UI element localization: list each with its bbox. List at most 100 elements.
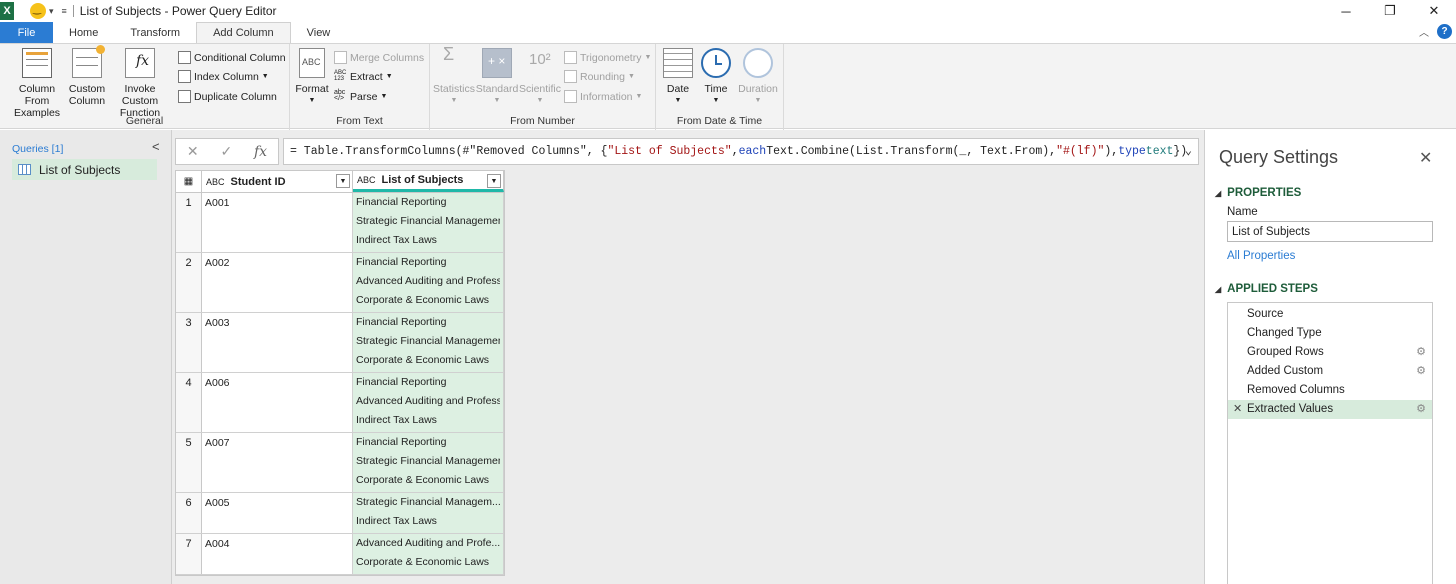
- table-menu-icon[interactable]: ▦: [176, 171, 202, 192]
- custom-column-button[interactable]: Custom Column: [68, 45, 106, 107]
- student-id-cell[interactable]: A002: [202, 253, 353, 312]
- tab-transform[interactable]: Transform: [114, 22, 196, 43]
- rounding-button[interactable]: Rounding ▼: [564, 70, 635, 83]
- filter-dropdown-icon[interactable]: ▼: [487, 174, 501, 188]
- query-item[interactable]: List of Subjects: [12, 159, 157, 180]
- student-id-cell[interactable]: A003: [202, 313, 353, 372]
- tab-view[interactable]: View: [291, 22, 347, 43]
- filter-dropdown-icon[interactable]: ▼: [336, 174, 350, 188]
- applied-step[interactable]: Removed Columns: [1228, 381, 1432, 400]
- fx-icon[interactable]: fx: [254, 144, 267, 160]
- collapse-ribbon-icon[interactable]: ︿: [1419, 24, 1429, 39]
- table-row[interactable]: 1 A001 Financial Reporting Strategic Financ…: [176, 193, 504, 253]
- subjects-cell[interactable]: Strategic Financial Managem... Indirect T…: [353, 493, 504, 533]
- close-window-button[interactable]: ✕: [1412, 0, 1456, 22]
- parse-button[interactable]: abc </> Parse ▼: [334, 89, 387, 103]
- subjects-cell[interactable]: Financial Reporting Strategic Financial M…: [353, 313, 504, 372]
- query-name-input[interactable]: List of Subjects: [1227, 221, 1433, 242]
- row-number[interactable]: 7: [176, 534, 202, 574]
- restore-button[interactable]: ❐: [1368, 0, 1412, 22]
- time-button[interactable]: Time ▼: [698, 48, 734, 107]
- table-row[interactable]: 5 A007 Financial Reporting Strategic Financ…: [176, 433, 504, 493]
- extract-icon: ABC 123: [334, 70, 347, 82]
- step-settings-gear-icon[interactable]: ⚙: [1416, 362, 1426, 381]
- feedback-smiley-icon[interactable]: [30, 3, 46, 19]
- trigonometry-button[interactable]: Trigonometry ▼: [564, 51, 651, 64]
- help-icon[interactable]: ?: [1437, 24, 1452, 39]
- subjects-cell[interactable]: Financial Reporting Strategic Financial M…: [353, 193, 504, 252]
- column-header-student-id[interactable]: ABC Student ID ▼: [202, 171, 353, 192]
- applied-step[interactable]: Changed Type: [1228, 324, 1432, 343]
- step-settings-gear-icon[interactable]: ⚙: [1416, 343, 1426, 362]
- commit-formula-icon[interactable]: ✓: [220, 143, 232, 160]
- applied-step[interactable]: Added Custom ⚙: [1228, 362, 1432, 381]
- student-id-cell[interactable]: A004: [202, 534, 353, 574]
- subjects-cell[interactable]: Advanced Auditing and Profe... Corporate …: [353, 534, 504, 574]
- applied-step[interactable]: Source: [1228, 305, 1432, 324]
- student-id-cell[interactable]: A007: [202, 433, 353, 492]
- duplicate-column-button[interactable]: Duplicate Column: [178, 90, 277, 103]
- data-grid: ▦ ABC Student ID ▼ ABC List of Subjects …: [175, 170, 505, 576]
- date-button[interactable]: Date ▼: [660, 48, 696, 107]
- merge-columns-button[interactable]: Merge Columns: [334, 51, 424, 64]
- table-row[interactable]: 4 A006 Financial Reporting Advanced Auditin…: [176, 373, 504, 433]
- student-id-cell[interactable]: A005: [202, 493, 353, 533]
- stopwatch-icon: [743, 48, 773, 78]
- table-row[interactable]: 2 A002 Financial Reporting Advanced Auditin…: [176, 253, 504, 313]
- statistics-button[interactable]: Σ Statistics ▼: [432, 45, 476, 107]
- row-number[interactable]: 1: [176, 193, 202, 252]
- standard-button[interactable]: + × Standard ▼: [476, 48, 518, 107]
- information-label: Information: [580, 90, 633, 103]
- properties-header[interactable]: ◢ PROPERTIES: [1215, 187, 1301, 199]
- delete-step-icon[interactable]: ✕: [1233, 400, 1242, 419]
- applied-step[interactable]: Grouped Rows ⚙: [1228, 343, 1432, 362]
- format-button[interactable]: ABC Format ▼: [294, 48, 330, 107]
- expand-formula-icon[interactable]: ⌄: [1185, 143, 1192, 158]
- subjects-cell[interactable]: Financial Reporting Advanced Auditing and…: [353, 373, 504, 432]
- tab-home[interactable]: Home: [53, 22, 114, 43]
- duration-button[interactable]: Duration ▼: [736, 48, 780, 107]
- invoke-custom-function-button[interactable]: fx Invoke Custom Function: [106, 48, 174, 119]
- conditional-column-button[interactable]: Conditional Column: [178, 51, 286, 64]
- formula-bar[interactable]: = Table.TransformColumns(#"Removed Colum…: [283, 138, 1199, 165]
- subject-line: Corporate & Economic Laws: [356, 556, 490, 568]
- subject-line: Financial Reporting: [356, 256, 447, 268]
- cancel-formula-icon[interactable]: ✕: [187, 143, 199, 160]
- student-id-cell[interactable]: A006: [202, 373, 353, 432]
- table-row[interactable]: 3 A003 Financial Reporting Strategic Financ…: [176, 313, 504, 373]
- calendar-icon: [663, 48, 693, 78]
- subjects-cell[interactable]: Financial Reporting Strategic Financial M…: [353, 433, 504, 492]
- text-type-icon[interactable]: ABC: [357, 175, 376, 185]
- table-row[interactable]: 7 A004 Advanced Auditing and Profe... Corpo…: [176, 534, 504, 575]
- extract-button[interactable]: ABC 123 Extract ▼: [334, 70, 393, 83]
- row-number[interactable]: 2: [176, 253, 202, 312]
- collapse-queries-icon[interactable]: <: [152, 139, 160, 154]
- applied-step[interactable]: ✕ Extracted Values ⚙: [1228, 400, 1432, 419]
- row-number[interactable]: 5: [176, 433, 202, 492]
- row-number[interactable]: 3: [176, 313, 202, 372]
- column-header-list-of-subjects[interactable]: ABC List of Subjects ▼: [353, 171, 504, 192]
- subjects-cell[interactable]: Financial Reporting Advanced Auditing and…: [353, 253, 504, 312]
- index-column-label: Index Column: [194, 70, 259, 83]
- tab-file[interactable]: File: [0, 22, 53, 43]
- index-column-button[interactable]: Index Column ▼: [178, 70, 269, 83]
- all-properties-link[interactable]: All Properties: [1227, 250, 1295, 262]
- applied-steps-header[interactable]: ◢ APPLIED STEPS: [1215, 283, 1318, 295]
- row-number[interactable]: 6: [176, 493, 202, 533]
- student-id-cell[interactable]: A001: [202, 193, 353, 252]
- scientific-button[interactable]: 10² Scientific ▼: [518, 48, 562, 107]
- information-button[interactable]: Information ▼: [564, 90, 642, 103]
- subject-line: Strategic Financial Management: [356, 215, 500, 227]
- subject-line: Advanced Auditing and Profe...: [356, 537, 500, 549]
- text-type-icon[interactable]: ABC: [206, 177, 225, 187]
- column-from-examples-button[interactable]: Column From Examples: [6, 48, 68, 119]
- table-row[interactable]: 6 A005 Strategic Financial Managem... Indir…: [176, 493, 504, 534]
- subject-line: Financial Reporting: [356, 376, 447, 388]
- customize-qat-icon[interactable]: ≡: [62, 6, 67, 16]
- minimize-button[interactable]: ─: [1324, 0, 1368, 22]
- close-settings-icon[interactable]: ✕: [1419, 148, 1432, 168]
- row-number[interactable]: 4: [176, 373, 202, 432]
- qat-dropdown-icon[interactable]: ▾: [49, 6, 54, 17]
- step-settings-gear-icon[interactable]: ⚙: [1416, 400, 1426, 419]
- tab-add-column[interactable]: Add Column: [196, 22, 291, 43]
